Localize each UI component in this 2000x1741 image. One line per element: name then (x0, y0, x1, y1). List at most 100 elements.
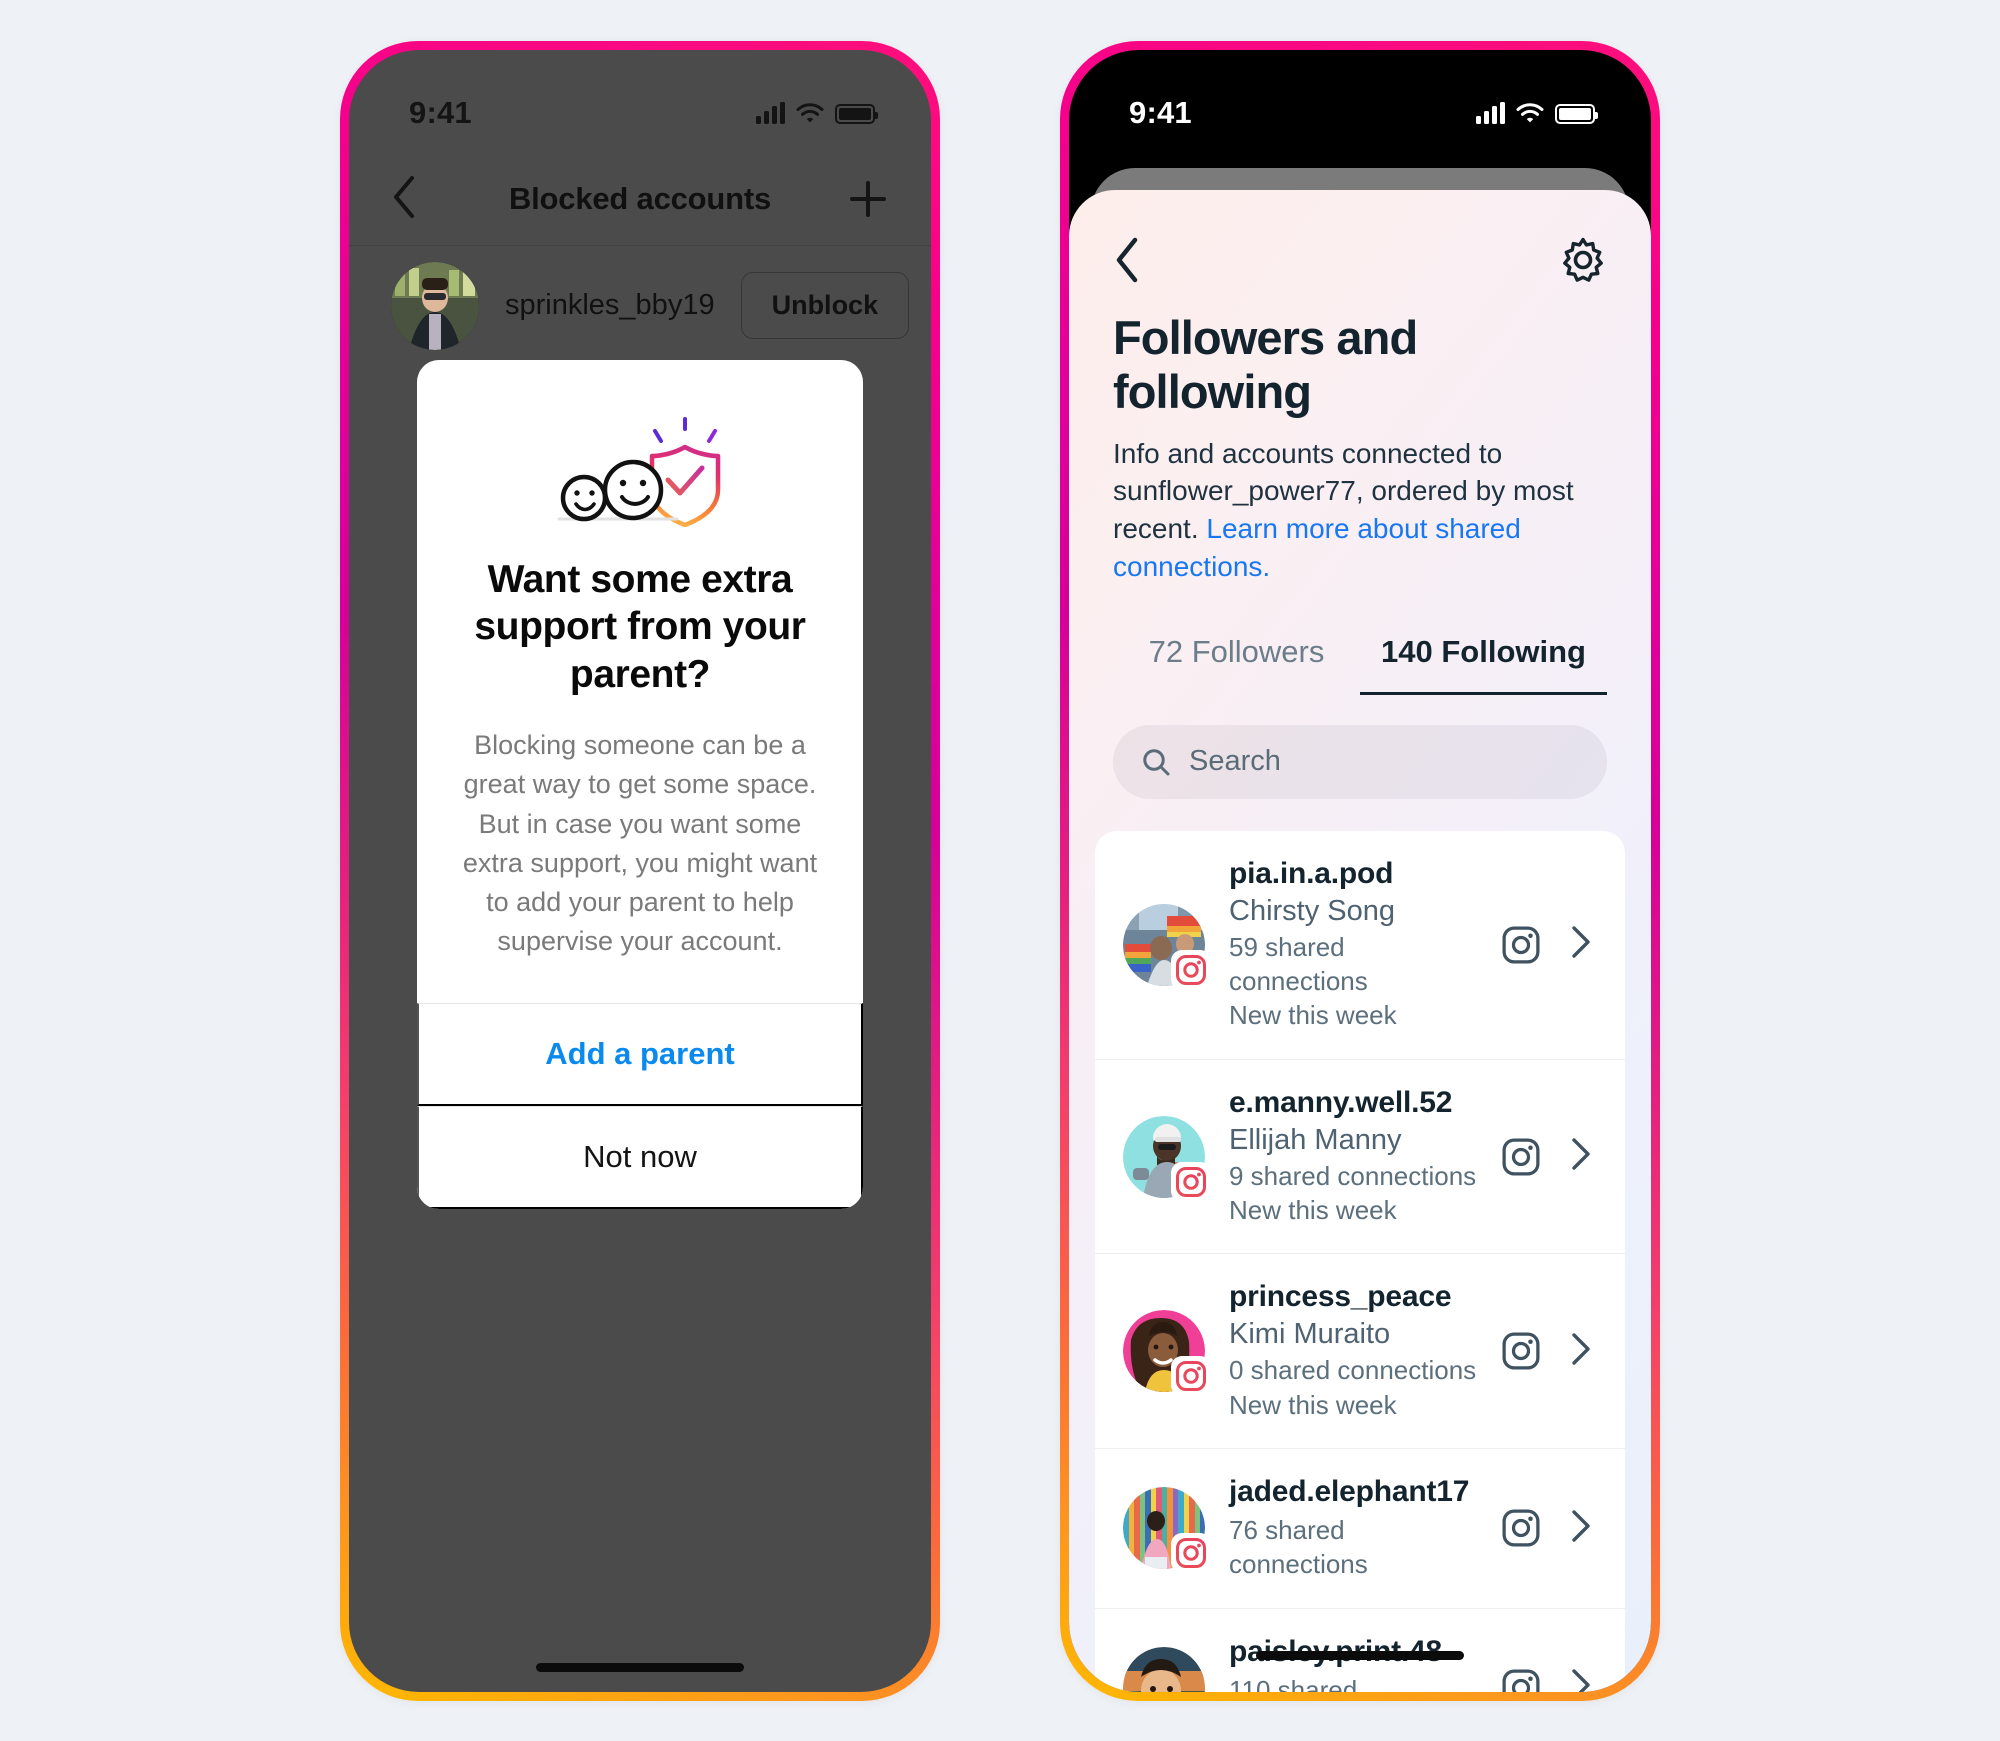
back-button[interactable] (1113, 236, 1141, 289)
wifi-icon (796, 102, 824, 124)
avatar-wrap (1123, 1646, 1205, 1692)
item-texts: pia.in.a.pod Chirsty Song 59 shared conn… (1229, 857, 1477, 1033)
status-bar-right: 9:41 (1069, 50, 1651, 154)
item-right (1501, 1137, 1597, 1177)
search-input[interactable]: Search (1113, 724, 1607, 799)
phone-left: 9:41 Blocked accounts sprinkles_bby19 Un… (340, 40, 940, 1701)
item-badge: New this week (1229, 1195, 1397, 1226)
avatar-wrap (1123, 1115, 1211, 1202)
blocked-account-row[interactable]: sprinkles_bby19 Unblock (349, 246, 931, 366)
item-username: jaded.elephant17 (1229, 1474, 1470, 1508)
search-icon (1143, 749, 1170, 776)
screenshot-canvas: 9:41 Blocked accounts sprinkles_bby19 Un… (0, 0, 2000, 1741)
instagram-icon[interactable] (1501, 1331, 1541, 1371)
item-right (1501, 1331, 1597, 1371)
avatar-wrap (1123, 903, 1211, 990)
instagram-icon[interactable] (1501, 925, 1541, 965)
status-time: 9:41 (409, 94, 472, 130)
status-indicators (756, 101, 878, 124)
list-item[interactable]: jaded.elephant17 76 shared connections (1095, 1449, 1625, 1609)
not-now-button[interactable]: Not now (417, 1106, 863, 1210)
tab-following[interactable]: 140 Following (1360, 622, 1607, 695)
battery-icon (835, 103, 878, 124)
item-connections: 76 shared connections (1229, 1514, 1368, 1580)
sheet-title: Followers and following (1113, 310, 1418, 418)
cellular-bars-icon (1476, 101, 1505, 124)
instagram-badge-icon (1171, 1533, 1211, 1574)
chevron-right-icon[interactable] (1571, 1668, 1591, 1692)
tab-followers[interactable]: 72 Followers (1113, 622, 1360, 695)
blocked-username: sprinkles_bby19 (505, 289, 715, 321)
instagram-badge-icon (1171, 949, 1211, 990)
item-right (1501, 925, 1597, 965)
battery-icon (1555, 103, 1598, 124)
avatar-wrap (1123, 1310, 1211, 1397)
unblock-button[interactable]: Unblock (740, 272, 910, 339)
instagram-icon[interactable] (1501, 1668, 1541, 1692)
instagram-icon[interactable] (1501, 1137, 1541, 1177)
item-connections: 110 shared connections (1229, 1674, 1358, 1692)
item-username: princess_peace (1229, 1280, 1452, 1314)
sheet-header: Followers and following Info and account… (1069, 297, 1651, 586)
chevron-right-icon[interactable] (1571, 1332, 1591, 1371)
plus-icon (850, 181, 886, 217)
phone-left-screen: 9:41 Blocked accounts sprinkles_bby19 Un… (349, 49, 931, 1692)
settings-button[interactable] (1559, 236, 1607, 289)
parental-supervision-shield-illustration (461, 408, 819, 528)
item-texts: jaded.elephant17 76 shared connections (1229, 1475, 1477, 1582)
item-connections: 9 shared connections (1229, 1160, 1477, 1191)
tabs: 72 Followers 140 Following (1113, 622, 1607, 695)
item-username: e.manny.well.52 (1229, 1085, 1453, 1119)
instagram-icon[interactable] (1501, 1508, 1541, 1548)
chevron-left-icon (1116, 237, 1138, 282)
item-connections: 0 shared connections (1229, 1355, 1477, 1386)
chevron-left-icon (394, 175, 414, 218)
instagram-badge-icon (1171, 1356, 1211, 1397)
avatar-wrap (1123, 1487, 1211, 1574)
phone-right-screen: 9:41 Followers and following Info and ac… (1069, 49, 1651, 1692)
item-fullname: Kimi Muraito (1229, 1318, 1391, 1351)
item-fullname: Ellijah Manny (1229, 1123, 1402, 1156)
chevron-right-icon[interactable] (1571, 925, 1591, 964)
dialog-body: Want some extra support from your parent… (417, 360, 863, 1004)
item-fullname: Chirsty Song (1229, 894, 1396, 927)
home-indicator[interactable] (536, 1662, 744, 1672)
avatar (1123, 1646, 1205, 1692)
sheet-nav (1069, 190, 1651, 297)
gear-icon (1563, 237, 1603, 282)
status-time: 9:41 (1129, 94, 1192, 130)
home-indicator[interactable] (1256, 1650, 1464, 1660)
dialog-title: Want some extra support from your parent… (474, 557, 806, 696)
item-texts: e.manny.well.52 Ellijah Manny 9 shared c… (1229, 1086, 1477, 1228)
item-connections: 59 shared connections (1229, 931, 1368, 997)
instagram-badge-icon (1171, 1161, 1211, 1202)
parent-support-dialog: Want some extra support from your parent… (417, 359, 863, 1210)
status-indicators (1476, 101, 1598, 124)
back-button[interactable] (391, 175, 437, 224)
add-account-button[interactable] (843, 178, 889, 220)
add-parent-button[interactable]: Add a parent (417, 1003, 863, 1107)
phone-right: 9:41 Followers and following Info and ac… (1060, 40, 1660, 1701)
list-item[interactable]: princess_peace Kimi Muraito 0 shared con… (1095, 1254, 1625, 1449)
chevron-right-icon[interactable] (1571, 1137, 1591, 1176)
chevron-right-icon[interactable] (1571, 1509, 1591, 1548)
item-right (1501, 1668, 1597, 1692)
status-bar-left: 9:41 (349, 50, 931, 154)
dialog-description: Blocking someone can be a great way to g… (462, 730, 818, 956)
cellular-bars-icon (756, 101, 785, 124)
list-item[interactable]: pia.in.a.pod Chirsty Song 59 shared conn… (1095, 831, 1625, 1060)
avatar (391, 261, 479, 350)
search-placeholder: Search (1189, 745, 1281, 778)
sheet-subtitle: Info and accounts connected to sunflower… (1113, 435, 1607, 586)
item-badge: New this week (1229, 1000, 1397, 1031)
followers-following-sheet: Followers and following Info and account… (1069, 189, 1651, 1692)
item-badge: New this week (1229, 1389, 1397, 1420)
item-username: pia.in.a.pod (1229, 856, 1394, 890)
page-title: Blocked accounts (508, 181, 772, 216)
item-texts: princess_peace Kimi Muraito 0 shared con… (1229, 1280, 1477, 1422)
wifi-icon (1516, 102, 1544, 124)
list-item[interactable]: e.manny.well.52 Ellijah Manny 9 shared c… (1095, 1060, 1625, 1255)
item-right (1501, 1508, 1597, 1548)
connections-list: pia.in.a.pod Chirsty Song 59 shared conn… (1095, 830, 1625, 1692)
item-texts: paisley.print.48 110 shared connections (1229, 1635, 1477, 1692)
